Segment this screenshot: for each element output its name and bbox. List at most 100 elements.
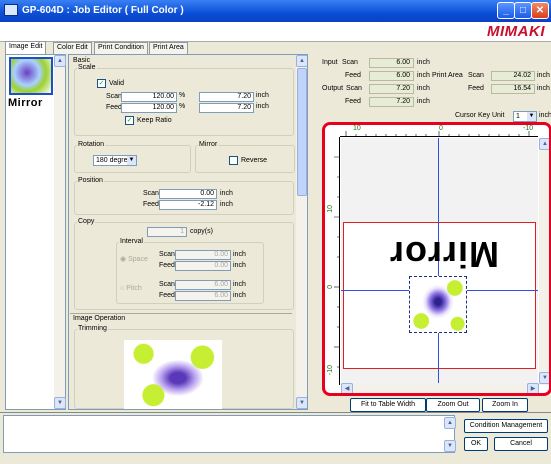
tab-color-edit[interactable]: Color Edit: [53, 42, 92, 54]
input-feed-value: 6.00: [369, 71, 414, 81]
tab-print-condition[interactable]: Print Condition: [94, 42, 148, 54]
valid-label: Valid: [109, 80, 125, 87]
print-canvas[interactable]: Mirror: [341, 138, 538, 385]
thumbnail-scrollbar[interactable]: ▲ ▼: [54, 55, 66, 409]
scroll-up-icon[interactable]: ▲: [296, 55, 307, 67]
chevron-down-icon[interactable]: ▼: [527, 112, 536, 121]
close-button[interactable]: ✕: [531, 2, 549, 19]
scale-feed-inch-input[interactable]: 7.20: [199, 103, 254, 113]
trimming-title: Trimming: [77, 325, 108, 332]
preview-h-scrollbar[interactable]: ◀ ▶: [341, 383, 539, 393]
cursor-key-label: Cursor Key Unit: [455, 112, 505, 119]
thumbnail-list[interactable]: Mirror ▲ ▼: [5, 54, 66, 410]
scroll-right-icon[interactable]: ▶: [527, 383, 539, 393]
scale-scan-label: Scan: [106, 93, 122, 100]
copy-count-input[interactable]: 1: [147, 227, 187, 237]
scale-group: [74, 68, 294, 136]
position-feed-unit: inch: [220, 201, 233, 208]
title-bar: GP-604D : Job Editor ( Full Color ) _ □ …: [0, 0, 551, 22]
pitch-scan-input[interactable]: 6.00: [175, 280, 231, 290]
edit-form: Basic Scale ✓ Valid Scan 120.00 % 7.20 i…: [68, 54, 308, 410]
ok-button[interactable]: OK: [464, 437, 488, 451]
scale-title: Scale: [77, 64, 97, 71]
scroll-left-icon[interactable]: ◀: [341, 383, 353, 393]
output-scan-label: Scan: [346, 85, 362, 92]
scroll-down-icon[interactable]: ▼: [54, 397, 66, 409]
thumbnail-label: Mirror: [8, 97, 43, 109]
trimming-image[interactable]: [124, 340, 222, 409]
space-feed-input[interactable]: 0.00: [175, 261, 231, 271]
reverse-checkbox[interactable]: [229, 156, 238, 165]
valid-checkbox[interactable]: ✓: [97, 79, 106, 88]
rotation-select[interactable]: 180 degree ▼: [93, 155, 137, 166]
scale-feed-pct-input[interactable]: 120.00: [121, 103, 177, 113]
tab-image-edit[interactable]: Image Edit: [5, 41, 47, 54]
interval-title: Interval: [119, 238, 144, 245]
space-label: Space: [128, 256, 148, 263]
scale-scan-inch-input[interactable]: 7.20: [199, 92, 254, 102]
layout-preview[interactable]: 10 0 -10 10 0 -10 Mirror ▲ ▼ ◀ ▶: [322, 122, 551, 396]
mirrored-text: Mirror: [389, 234, 500, 275]
maximize-button[interactable]: □: [514, 2, 532, 19]
space-radio[interactable]: ◉ Space: [120, 255, 148, 263]
scroll-up-icon[interactable]: ▲: [539, 138, 549, 150]
output-feed-unit: inch: [417, 98, 430, 105]
preview-v-scrollbar[interactable]: ▲ ▼: [539, 138, 549, 385]
fit-to-table-width-button[interactable]: Fit to Table Width: [350, 398, 426, 412]
pitch-label: Pitch: [126, 285, 142, 292]
zoom-out-button[interactable]: Zoom Out: [426, 398, 480, 412]
position-feed-input[interactable]: -2.12: [159, 200, 217, 210]
image-operation-title: Image Operation: [73, 315, 126, 322]
input-label: Input: [322, 59, 338, 66]
reverse-label: Reverse: [241, 157, 268, 164]
keep-ratio-label: Keep Ratio: [137, 117, 172, 124]
scale-scan-inch-unit: inch: [256, 92, 269, 99]
message-scroll-up-icon[interactable]: ▲: [444, 417, 456, 429]
cancel-button[interactable]: Cancel: [494, 437, 548, 451]
output-feed-label: Feed: [345, 98, 361, 105]
condition-management-button[interactable]: Condition Management: [464, 419, 548, 433]
scroll-thumb[interactable]: [297, 68, 307, 196]
thumbnail-image[interactable]: [9, 57, 53, 95]
message-scroll-down-icon[interactable]: ▼: [444, 440, 456, 452]
position-scan-input[interactable]: 0.00: [159, 189, 217, 199]
copy-count-unit: copy(s): [190, 228, 213, 235]
zoom-in-button[interactable]: Zoom In: [482, 398, 528, 412]
print-area-feed-value: 16.54: [491, 84, 535, 94]
keep-ratio-checkbox[interactable]: ✓: [125, 116, 134, 125]
scroll-down-icon[interactable]: ▼: [539, 372, 549, 384]
print-area-scan-value: 24.02: [491, 71, 535, 81]
pitch-feed-unit: inch: [233, 292, 246, 299]
space-scan-input[interactable]: 0.00: [175, 250, 231, 260]
tab-print-area[interactable]: Print Area: [149, 42, 188, 54]
scroll-up-icon[interactable]: ▲: [54, 55, 66, 67]
section-divider: [70, 313, 292, 314]
print-area-label: Print Area: [432, 72, 463, 79]
pitch-feed-input[interactable]: 6.00: [175, 291, 231, 301]
position-title: Position: [77, 177, 104, 184]
scale-feed-pct-unit: %: [179, 103, 186, 110]
scale-scan-pct-input[interactable]: 120.00: [121, 92, 177, 102]
pitch-scan-label: Scan: [159, 281, 175, 288]
position-feed-label: Feed: [143, 201, 159, 208]
form-scrollbar[interactable]: ▲ ▼: [296, 55, 307, 409]
output-scan-value: 7.20: [369, 84, 414, 94]
scale-scan-pct-unit: %: [179, 92, 186, 99]
pitch-radio[interactable]: ○ Pitch: [120, 285, 142, 292]
app-icon: [4, 4, 18, 16]
ruler-top-label-3: -10: [523, 125, 534, 132]
cursor-key-select[interactable]: 1 ▼: [513, 111, 537, 122]
ruler-top-label-1: 10: [353, 125, 361, 132]
brand-logo: MIMAKI: [487, 23, 545, 40]
input-feed-label: Feed: [345, 72, 361, 79]
print-area-feed-unit: inch: [537, 85, 550, 92]
print-area-feed-label: Feed: [468, 85, 484, 92]
vertical-ruler: [325, 137, 340, 385]
brand-bar: MIMAKI: [0, 22, 551, 42]
space-scan-label: Scan: [159, 251, 175, 258]
minimize-button[interactable]: _: [497, 2, 515, 19]
image-object[interactable]: [409, 276, 467, 333]
window-title: GP-604D : Job Editor ( Full Color ): [22, 5, 184, 16]
chevron-down-icon[interactable]: ▼: [127, 156, 136, 165]
scroll-down-icon[interactable]: ▼: [296, 397, 307, 409]
